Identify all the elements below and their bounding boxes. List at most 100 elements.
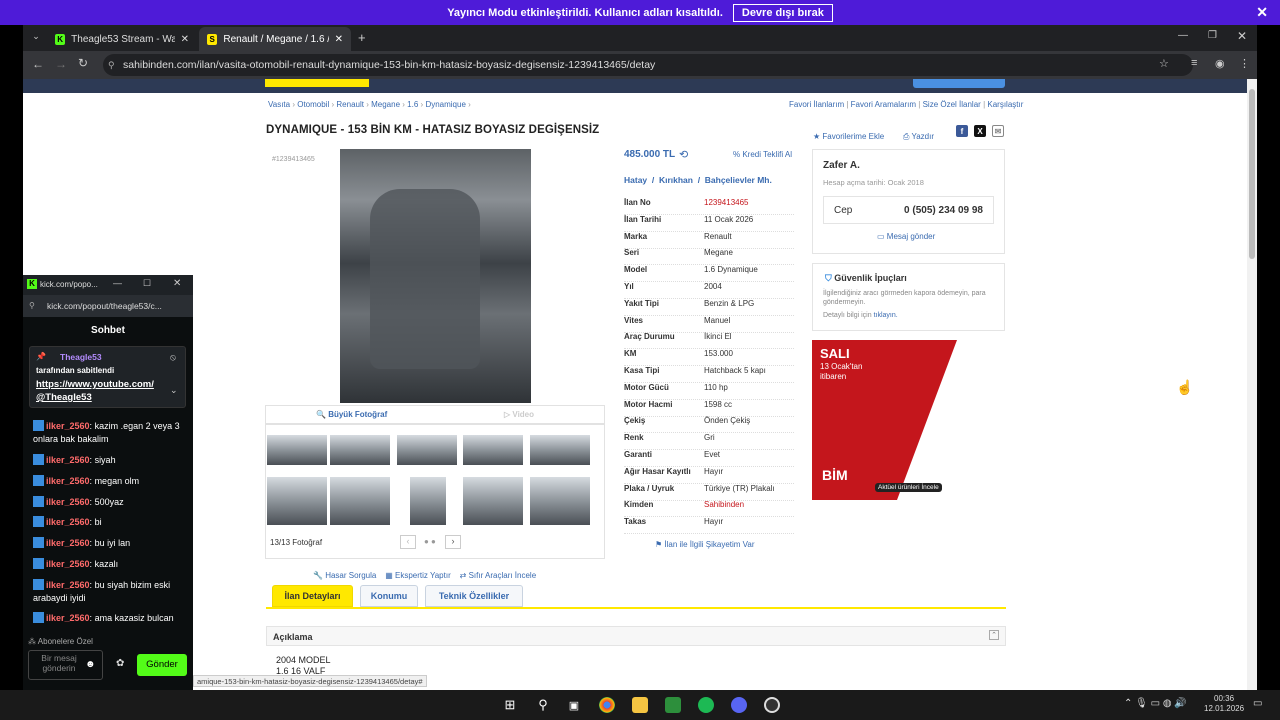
tab-technical[interactable]: Teknik Özellikler bbox=[425, 585, 523, 607]
credit-offer-link[interactable]: % Kredi Teklifi Al bbox=[733, 150, 792, 159]
reload-icon[interactable]: ↻ bbox=[78, 56, 88, 70]
chat-username[interactable]: ilker_2560 bbox=[46, 497, 90, 507]
detail-value[interactable]: 1239413465 bbox=[704, 198, 749, 214]
price-history-icon[interactable]: ⟲ bbox=[679, 148, 688, 161]
windows-start-icon[interactable]: ⊞ bbox=[502, 697, 518, 713]
sahibinden-logo[interactable] bbox=[265, 79, 369, 87]
compare-link[interactable]: Karşılaştır bbox=[987, 100, 1023, 109]
add-favorite-link[interactable]: ★ Favorilerime Ekle bbox=[813, 126, 884, 144]
profile-icon[interactable]: ◉ bbox=[1215, 57, 1225, 70]
ad-cta[interactable]: Aktüel ürünleri İncele bbox=[875, 483, 942, 492]
send-button[interactable]: Gönder bbox=[137, 654, 187, 676]
expertise-link[interactable]: ▦ Ekspertiz Yaptır bbox=[385, 571, 451, 580]
thumbnail[interactable] bbox=[267, 477, 327, 525]
detail-value[interactable]: Sahibinden bbox=[704, 500, 744, 516]
thumbnail[interactable] bbox=[463, 435, 523, 465]
tab-listing-details[interactable]: İlan Detayları bbox=[272, 585, 353, 607]
window-close-icon[interactable]: ✕ bbox=[1237, 29, 1247, 43]
tab-close-icon[interactable]: ✕ bbox=[181, 34, 189, 45]
chat-username[interactable]: ilker_2560 bbox=[46, 421, 90, 431]
crumb-1-6[interactable]: 1.6 bbox=[407, 100, 418, 109]
thumbnail[interactable] bbox=[397, 435, 457, 465]
crumb-otomobil[interactable]: Otomobil bbox=[297, 100, 329, 109]
pinned-link[interactable]: @Theagle53 bbox=[36, 392, 92, 403]
damage-query-link[interactable]: 🔧 Hasar Sorgula bbox=[313, 571, 376, 580]
tab-search-icon[interactable]: ⌄ bbox=[28, 31, 44, 45]
thumbnail[interactable] bbox=[267, 435, 327, 465]
thumbnail[interactable] bbox=[530, 435, 590, 465]
chat-username[interactable]: ilker_2560 bbox=[46, 517, 90, 527]
bim-advert[interactable]: SALI 13 Ocak'tan itibaren BİM Aktüel ürü… bbox=[812, 340, 1005, 500]
send-message-link[interactable]: ▭ Mesaj gönder bbox=[877, 232, 935, 241]
thumbnail[interactable] bbox=[530, 477, 590, 525]
site-info-icon[interactable]: ⚲ bbox=[108, 54, 115, 76]
seller-name[interactable]: Zafer A. bbox=[823, 160, 860, 171]
new-tab-icon[interactable]: + bbox=[358, 30, 366, 45]
post-ad-button[interactable] bbox=[913, 79, 1005, 88]
task-view-icon[interactable]: ▣ bbox=[566, 697, 582, 713]
close-icon[interactable]: ✕ bbox=[1256, 4, 1268, 21]
tab-kick[interactable]: K Theagle53 Stream - Watch Live ✕ bbox=[47, 27, 197, 51]
media-icon[interactable]: ≡ bbox=[1191, 57, 1197, 69]
restore-icon[interactable]: ☐ bbox=[143, 278, 151, 289]
tab-location[interactable]: Konumu bbox=[360, 585, 418, 607]
disable-streamer-mode-button[interactable]: Devre dışı bırak bbox=[732, 3, 833, 22]
tab-close-icon[interactable]: ✕ bbox=[335, 34, 343, 45]
x-icon[interactable]: X bbox=[974, 125, 986, 137]
big-photo-button[interactable]: 🔍 Büyük Fotoğraf bbox=[316, 410, 387, 419]
store-icon[interactable] bbox=[665, 697, 681, 713]
new-cars-link[interactable]: ⇄ Sıfır Araçları İncele bbox=[460, 571, 537, 580]
chat-username[interactable]: ilker_2560 bbox=[46, 476, 90, 486]
facebook-icon[interactable]: f bbox=[956, 125, 968, 137]
minimize-icon[interactable]: — bbox=[1178, 30, 1188, 41]
location[interactable]: Hatay / Kırıkhan / Bahçelievler Mh. bbox=[624, 175, 772, 185]
favorite-listings-link[interactable]: Favori İlanlarım bbox=[789, 100, 844, 109]
pinned-link[interactable]: https://www.youtube.com/ bbox=[36, 379, 154, 390]
next-photo-button[interactable]: › bbox=[445, 535, 461, 549]
menu-icon[interactable]: ⋮ bbox=[1239, 57, 1250, 70]
print-link[interactable]: ⎙ Yazdır bbox=[903, 126, 934, 144]
emoji-icon[interactable]: ☻ bbox=[85, 659, 96, 670]
search-icon[interactable]: ⚲ bbox=[535, 697, 551, 713]
spotify-icon[interactable] bbox=[698, 697, 714, 713]
crumb-megane[interactable]: Megane bbox=[371, 100, 400, 109]
close-icon[interactable]: ✕ bbox=[173, 278, 181, 289]
thumbnail[interactable] bbox=[463, 477, 523, 525]
crumb-vasita[interactable]: Vasıta bbox=[268, 100, 290, 109]
chat-username[interactable]: ilker_2560 bbox=[46, 538, 90, 548]
chrome-icon[interactable] bbox=[599, 697, 615, 713]
report-listing-link[interactable]: ⚑ İlan ile İlgili Şikayetim Var bbox=[655, 540, 755, 549]
video-button[interactable]: ▷ Video bbox=[504, 410, 534, 419]
chat-input[interactable]: Bir mesaj gönderin ☻ bbox=[28, 650, 103, 680]
settings-icon[interactable]: ✿ bbox=[116, 658, 124, 669]
site-info-icon[interactable]: ⚲ bbox=[29, 301, 35, 310]
discord-icon[interactable] bbox=[731, 697, 747, 713]
thumbnail[interactable] bbox=[410, 477, 446, 525]
phone-number[interactable]: 0 (505) 234 09 98 bbox=[904, 205, 983, 216]
page-scrollbar[interactable] bbox=[1247, 79, 1257, 690]
tray-icons[interactable]: ⌃ 🎙 ▭ ◍ 🔊 bbox=[1124, 698, 1187, 709]
prev-photo-button[interactable]: ‹ bbox=[400, 535, 416, 549]
bookmark-star-icon[interactable]: ☆ bbox=[1159, 57, 1169, 70]
minimize-icon[interactable]: — bbox=[113, 278, 122, 288]
back-icon[interactable]: ← bbox=[32, 57, 44, 71]
favorite-searches-link[interactable]: Favori Aramalarım bbox=[851, 100, 916, 109]
clock[interactable]: 00:36 12.01.2026 bbox=[1204, 694, 1244, 714]
pinned-user[interactable]: Theagle53 bbox=[60, 352, 102, 362]
special-listings-link[interactable]: Size Özel İlanlar bbox=[923, 100, 981, 109]
click-here-link[interactable]: tıklayın. bbox=[874, 312, 898, 319]
crumb-renault[interactable]: Renault bbox=[336, 100, 364, 109]
expand-icon[interactable]: ⌄ bbox=[170, 385, 178, 396]
chat-username[interactable]: ilker_2560 bbox=[46, 559, 90, 569]
notification-icon[interactable]: ▭ bbox=[1253, 698, 1262, 709]
url-input[interactable]: ⚲ sahibinden.com/ilan/vasita-otomobil-re… bbox=[103, 54, 1193, 76]
email-icon[interactable]: ✉ bbox=[992, 125, 1004, 137]
chat-username[interactable]: ilker_2560 bbox=[46, 455, 90, 465]
unpin-icon[interactable]: ⦸ bbox=[170, 352, 176, 363]
file-explorer-icon[interactable] bbox=[632, 697, 648, 713]
thumbnail[interactable] bbox=[330, 435, 390, 465]
chat-username[interactable]: ilker_2560 bbox=[46, 580, 90, 590]
crumb-dynamique[interactable]: Dynamique bbox=[425, 100, 465, 109]
main-photo[interactable] bbox=[340, 149, 531, 403]
collapse-icon[interactable]: ⌃ bbox=[989, 630, 999, 640]
